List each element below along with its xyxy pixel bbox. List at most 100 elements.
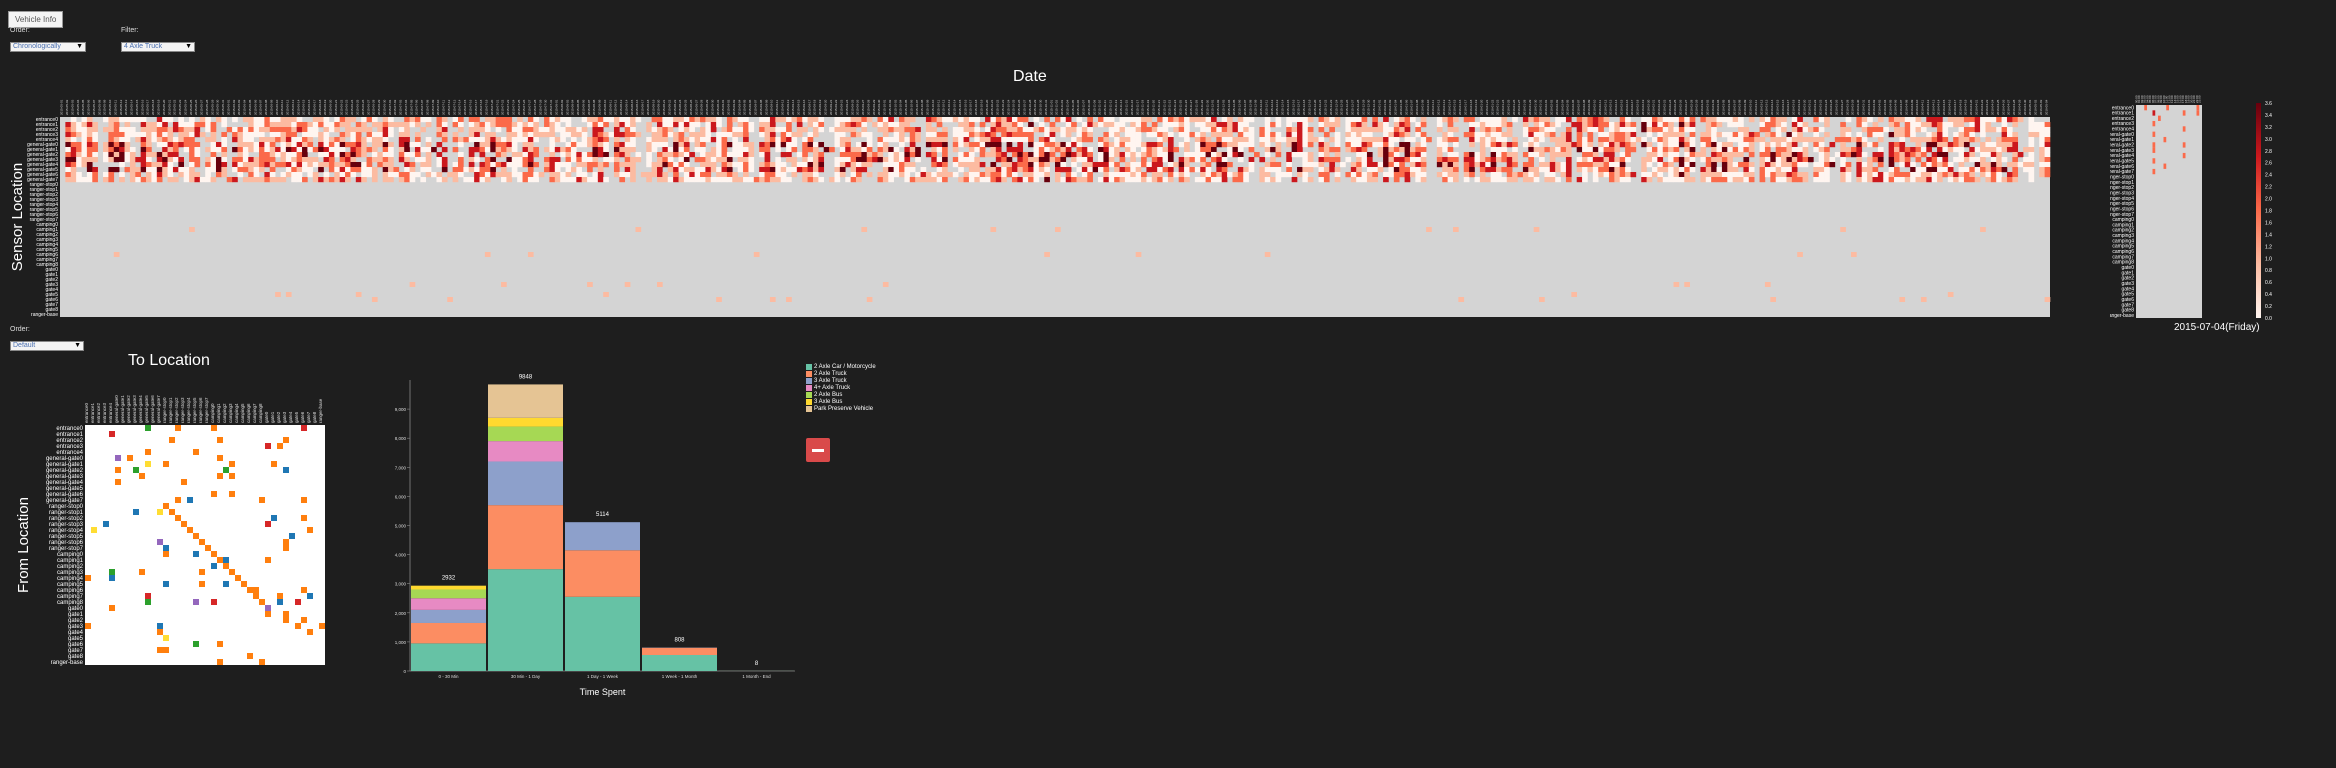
heatmap-cell [269,142,276,148]
heatmap-cell [1533,227,1540,232]
heatmap-cell [232,167,238,173]
heatmap-cell [1081,162,1088,168]
heatmap-cell [1625,157,1631,163]
heatmap-cell [1861,162,1868,168]
heatmap-cell [1759,167,1766,173]
order2-select[interactable]: Default ▼ [10,341,84,351]
heatmap-cell [1318,137,1325,143]
heatmap-cell [506,177,513,183]
heatmap-cell [834,172,841,178]
heatmap-cell [108,137,115,143]
heatmap-cell [1453,127,1459,133]
heatmap-cell [1157,162,1163,168]
heatmap-cell [76,152,82,158]
heatmap-cell [1447,167,1454,173]
filter-select[interactable]: 4 Axle Truck ▼ [121,42,195,52]
heatmap-cell [1017,152,1024,158]
column-date-label: 2016-02-12 [1603,99,1607,115]
heatmap-cell [1748,117,1755,123]
heatmap-cell [920,167,927,173]
heatmap-cell [1721,162,1728,168]
heatmap-cell [1614,157,1621,163]
heatmap-cell [1539,117,1545,123]
heatmap-cell [603,292,609,297]
heatmap-cell [899,122,905,128]
heatmap-cell [414,147,421,153]
heatmap-cell [1764,132,1771,138]
heatmap-cell [888,152,894,158]
heatmap-cell [1668,137,1674,143]
heatmap-cell [1549,122,1556,128]
heatmap-cell [700,137,706,143]
bar-segment [565,522,640,551]
heatmap-cell [280,152,287,158]
column-date-label: 2015-07-25 [517,99,521,115]
matrix-cell [211,491,217,497]
heatmap-cell [1221,142,1228,148]
heatmap-cell [1366,152,1373,158]
heatmap-cell [1103,147,1110,153]
heatmap-cell [1716,152,1723,158]
heatmap-cell [1243,117,1249,123]
heatmap-cell [710,177,717,183]
heatmap-cell [1883,172,1889,178]
heatmap-cell [1840,177,1846,183]
heatmap-cell [608,132,615,138]
heatmap-cell [248,127,254,133]
heatmap-cell [1001,127,1007,133]
heatmap-cell [2001,122,2008,128]
heatmap-cell [1781,127,1787,133]
heatmap-cell [1479,172,1486,178]
heatmap-cell [1942,127,1949,133]
heatmap-cell [205,167,211,173]
heatmap-cell [990,167,997,173]
heatmap-cell [1528,127,1534,133]
heatmap-cell [1576,117,1583,123]
heatmap-cell [1738,172,1744,178]
column-date-label: 2016-01-21 [1485,99,1489,115]
heatmap-cell [474,117,480,123]
heatmap-cell [2006,132,2013,138]
heatmap-cell [780,152,787,158]
heatmap-cell [86,167,93,173]
column-date-label: 2016-04-09 [1910,99,1914,115]
column-date-label: 2015-05-06 [87,99,91,115]
heatmap-cell [1297,147,1303,153]
heatmap-cell [108,132,115,138]
heatmap-cell [1781,122,1787,128]
heatmap-cell [1732,162,1739,168]
heatmap-cell [646,122,652,128]
heatmap-cell [689,177,695,183]
heatmap-cell [764,152,771,158]
heatmap-cell [1383,162,1389,168]
heatmap-cell [1135,152,1142,158]
heatmap-cell [371,137,378,143]
heatmap-cell [248,177,254,183]
vehicle-legend: 2 Axle Car / Motorcycle 2 Axle Truck 3 Axl… [806,363,876,412]
matrix-cell [157,647,163,653]
heatmap-cell [1969,157,1976,163]
column-date-label: 2015-07-27 [528,99,532,115]
heatmap-cell [1151,152,1158,158]
heatmap-cell [802,117,808,123]
heatmap-cell [1727,122,1733,128]
heatmap-cell [350,127,357,133]
heatmap-cell [1824,152,1830,158]
heatmap-cell [1668,122,1674,128]
order-select[interactable]: Chronologically ▼ [10,42,86,52]
heatmap-cell [662,162,669,168]
heatmap-cell [511,172,518,178]
legend-swatch [806,398,812,405]
heatmap-cell [1044,152,1050,158]
heatmap-cell [1608,137,1615,143]
heatmap-cell [210,167,217,173]
heatmap-cell [1469,132,1475,138]
legend-label: 3 Axle Truck [814,377,847,384]
heatmap-cell [269,152,276,158]
heatmap-cell [1727,137,1733,143]
heatmap-cell [1963,177,1970,183]
heatmap-cell [1307,177,1314,183]
heatmap-cell [850,127,857,133]
collapse-button[interactable] [806,438,830,462]
vehicle-info-button[interactable]: Vehicle Info [8,11,64,28]
